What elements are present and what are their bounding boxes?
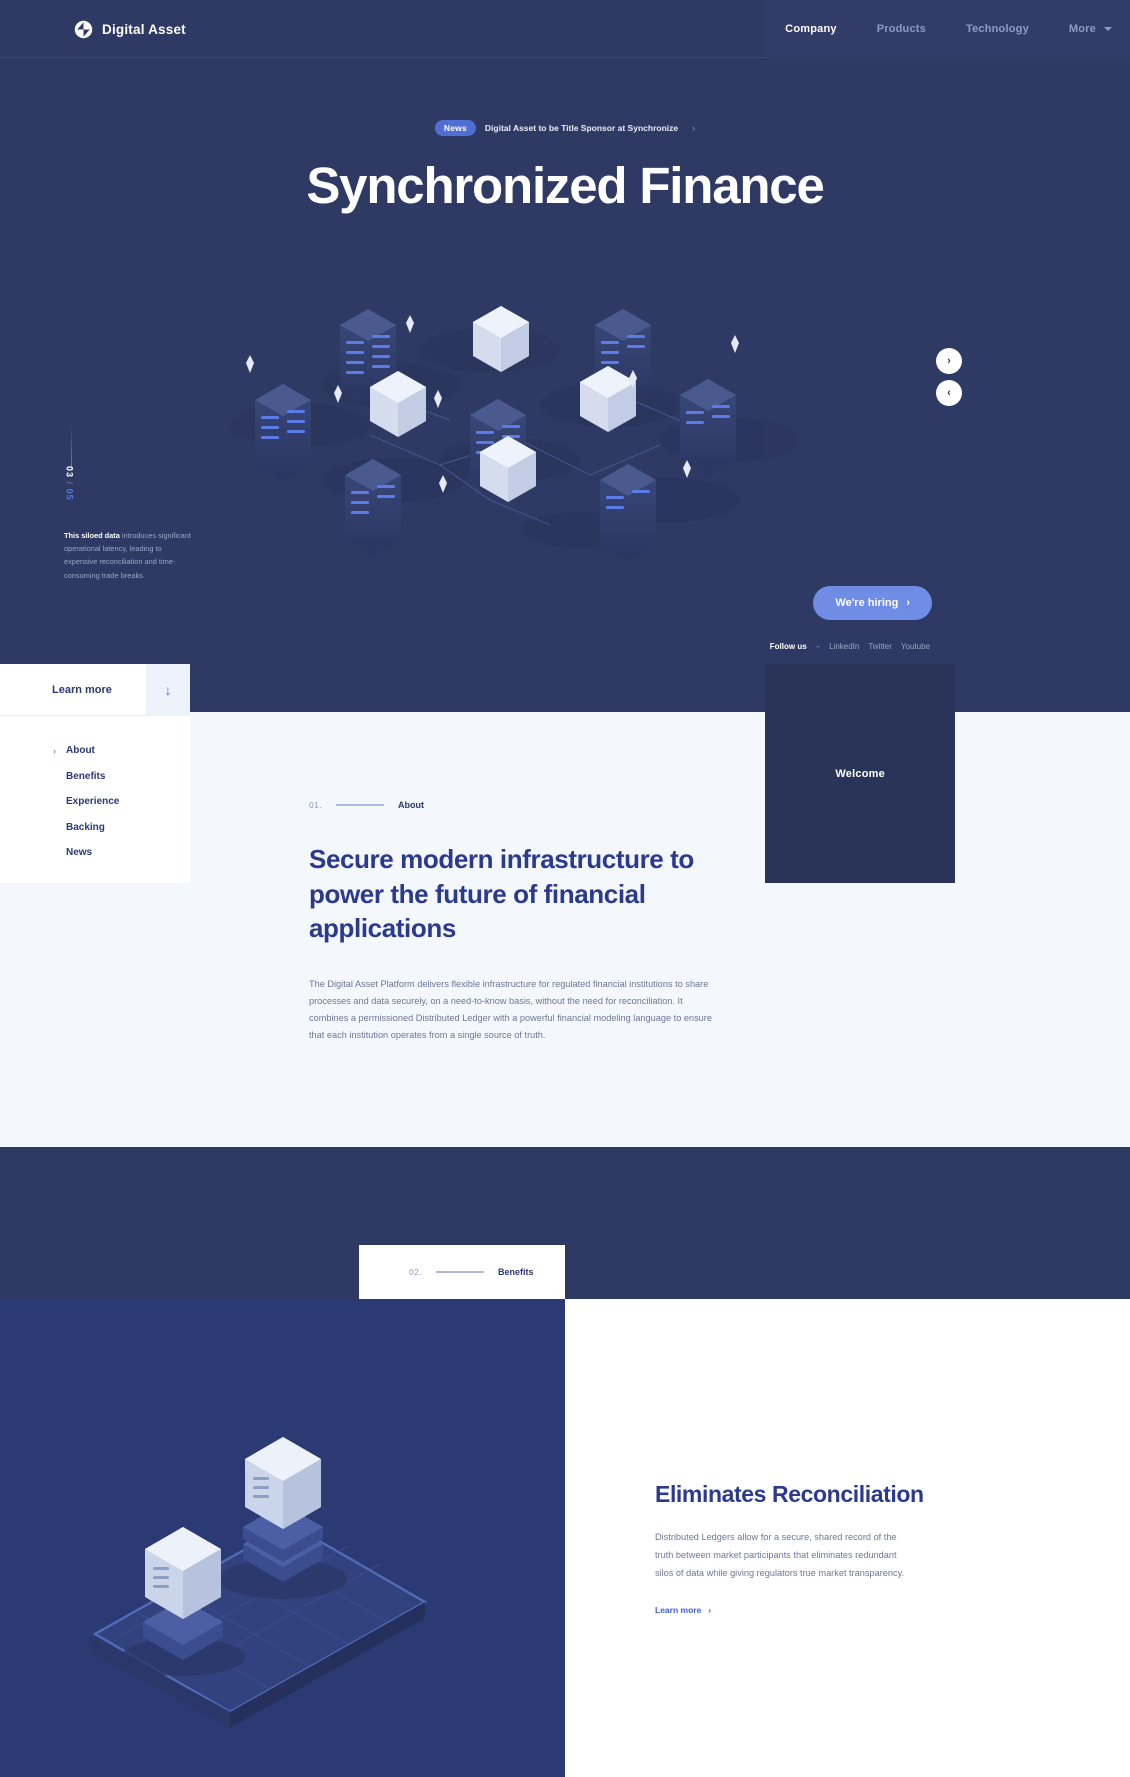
panel-nav-label: Benefits bbox=[66, 770, 106, 782]
nav-item-company[interactable]: Company bbox=[765, 0, 857, 58]
chevron-right-icon: › bbox=[947, 355, 951, 367]
nav-item-technology[interactable]: Technology bbox=[945, 0, 1049, 58]
nav-label: Technology bbox=[965, 23, 1029, 35]
benefits-body: Distributed Ledgers allow for a secure, … bbox=[655, 1531, 905, 1578]
panel-nav-label: About bbox=[66, 745, 95, 757]
nav-label: Products bbox=[876, 23, 926, 35]
about-heading: Secure modern infrastructure to power th… bbox=[309, 844, 694, 944]
about-marker-number: 01. bbox=[309, 800, 323, 810]
panel-nav-item-backing[interactable]: Backing bbox=[0, 815, 190, 841]
follow-dash: – bbox=[815, 642, 821, 651]
learn-more-label: Learn more bbox=[52, 683, 112, 696]
chevron-down-icon bbox=[1104, 27, 1112, 31]
panel-nav-label: Backing bbox=[66, 821, 105, 833]
about-marker-name: About bbox=[398, 800, 425, 810]
news-headline: Digital Asset to be Title Sponsor at Syn… bbox=[484, 123, 679, 133]
panel-nav: › About Benefits Experience Backing News bbox=[0, 716, 190, 866]
about-section-marker: 01. About bbox=[309, 800, 729, 810]
nav-label: Company bbox=[785, 23, 837, 35]
social-links: Follow us – LinkedIn Twitter Youtube bbox=[770, 642, 930, 651]
benefits-marker-name: Benefits bbox=[498, 1267, 534, 1277]
counter-rule bbox=[71, 424, 72, 469]
page-root: Digital Asset Welcome Company Products T… bbox=[0, 0, 1130, 1777]
carousel-prev-button[interactable]: ‹ bbox=[936, 380, 962, 406]
hiring-label: We're hiring bbox=[835, 597, 899, 609]
panel-nav-item-benefits[interactable]: Benefits bbox=[0, 764, 190, 790]
panel-nav-item-about[interactable]: › About bbox=[0, 738, 190, 764]
mobile-ledger-illustration bbox=[91, 1437, 428, 1728]
panel-nav-item-experience[interactable]: Experience bbox=[0, 789, 190, 815]
nav-label: More bbox=[1068, 23, 1096, 35]
marker-rule bbox=[436, 1271, 485, 1273]
chevron-right-icon: › bbox=[53, 745, 56, 756]
social-link-twitter[interactable]: Twitter bbox=[868, 642, 892, 651]
benefits-learn-more-link[interactable]: Learn more › bbox=[655, 1605, 945, 1615]
slide-counter: 03 / 05 bbox=[62, 466, 76, 501]
benefits-section-marker: 02. Benefits bbox=[409, 1267, 534, 1277]
hero-caption-strong: This siloed data bbox=[64, 531, 120, 540]
chevron-right-icon: › bbox=[708, 1604, 712, 1615]
brand[interactable]: Digital Asset bbox=[74, 20, 186, 39]
panel-nav-label: Experience bbox=[66, 796, 120, 808]
slide-separator: / bbox=[64, 481, 75, 486]
benefits-heading: Eliminates Reconciliation bbox=[655, 1481, 924, 1507]
learn-more-row[interactable]: Learn more ↓ bbox=[0, 663, 190, 716]
chevron-left-icon: ‹ bbox=[947, 387, 951, 399]
marker-rule bbox=[336, 804, 385, 806]
benefits-illustration-panel bbox=[0, 1299, 565, 1777]
page-title: Synchronized Finance bbox=[306, 157, 824, 214]
nav-label: Welcome bbox=[835, 767, 885, 780]
chevron-right-icon: › bbox=[906, 597, 910, 609]
isometric-servers-illustration bbox=[190, 275, 800, 565]
benefits-marker-number: 02. bbox=[409, 1267, 423, 1277]
learn-more-label: Learn more bbox=[655, 1604, 702, 1615]
benefits-section: Eliminates Reconciliation Distributed Le… bbox=[0, 1299, 1130, 1777]
carousel-next-button[interactable]: › bbox=[936, 348, 962, 374]
panel-nav-label: News bbox=[66, 847, 93, 859]
nav-item-welcome[interactable]: Welcome bbox=[765, 664, 956, 883]
arrow-down-icon: ↓ bbox=[164, 681, 172, 698]
brand-name: Digital Asset bbox=[102, 21, 186, 37]
chevron-right-icon: › bbox=[692, 123, 696, 133]
diamond-logo-icon bbox=[74, 20, 93, 39]
were-hiring-button[interactable]: We're hiring › bbox=[813, 586, 932, 620]
scroll-down-button[interactable]: ↓ bbox=[146, 663, 190, 716]
panel-nav-item-news[interactable]: News bbox=[0, 840, 190, 866]
top-navigation: Digital Asset Welcome Company Products T… bbox=[0, 0, 1130, 883]
social-link-youtube[interactable]: Youtube bbox=[901, 642, 930, 651]
about-body: The Digital Asset Platform delivers flex… bbox=[309, 978, 712, 1040]
learn-more-panel: Learn more ↓ › About Benefits Experience… bbox=[0, 663, 190, 883]
slide-total: 05 bbox=[64, 488, 75, 501]
nav-item-more[interactable]: More bbox=[1048, 0, 1130, 58]
news-badge: News bbox=[434, 120, 476, 136]
nav-links: Welcome Company Products Technology More bbox=[765, 0, 1130, 883]
benefits-content: Eliminates Reconciliation Distributed Le… bbox=[655, 1480, 945, 1615]
slide-current: 03 bbox=[64, 466, 75, 479]
nav-item-products[interactable]: Products bbox=[856, 0, 946, 58]
news-banner[interactable]: News Digital Asset to be Title Sponsor a… bbox=[434, 120, 696, 136]
hero-caption: This siloed data introduces significant … bbox=[64, 529, 196, 582]
social-link-linkedin[interactable]: LinkedIn bbox=[829, 642, 859, 651]
follow-us-label: Follow us bbox=[769, 642, 807, 651]
benefits-section-marker-card: 02. Benefits bbox=[359, 1245, 565, 1299]
carousel-controls: › ‹ bbox=[936, 348, 962, 412]
about-content: 01. About Secure modern infrastructure t… bbox=[309, 800, 729, 1044]
